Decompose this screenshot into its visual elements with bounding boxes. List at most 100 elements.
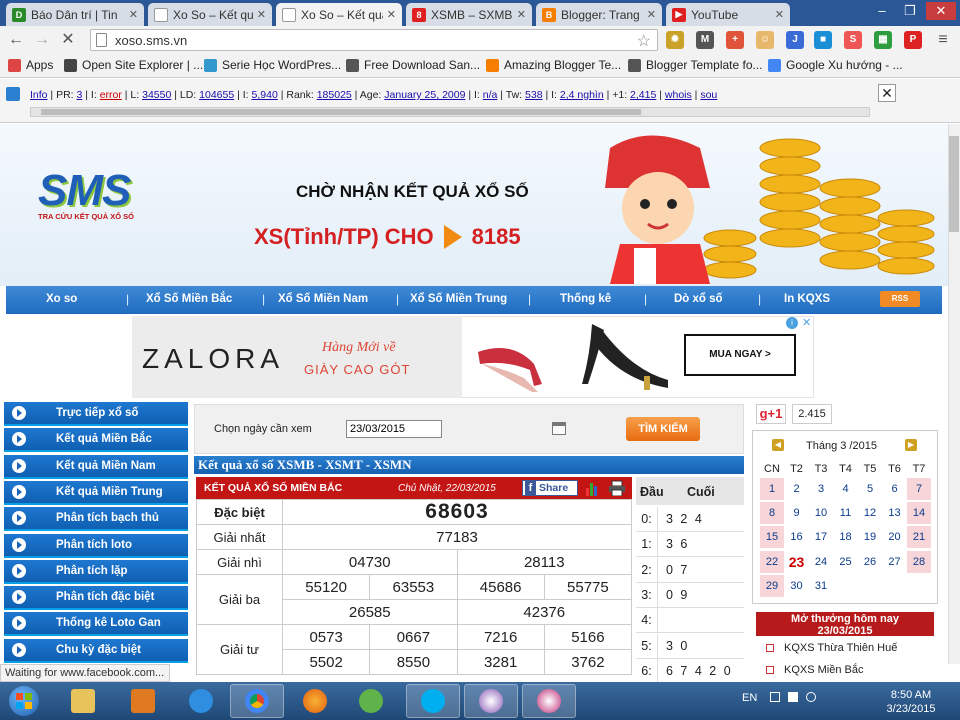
facebook-share-button[interactable]: Share	[522, 480, 578, 496]
browser-tab[interactable]: 8 XSMB – SXMB – ✕	[406, 3, 532, 26]
left-menu-item[interactable]: Chu kỳ đặc biệt	[4, 638, 188, 663]
calendar-next-button[interactable]: ▶	[905, 439, 917, 451]
calendar-day[interactable]: 22	[760, 550, 784, 573]
pinterest-extension-icon[interactable]: P	[904, 31, 922, 49]
nav-item[interactable]: Xổ Số Miền Nam	[278, 293, 368, 305]
tab-close-icon[interactable]: ✕	[517, 8, 526, 21]
calendar-day[interactable]: 24	[809, 551, 833, 573]
calendar-day[interactable]: 23	[785, 551, 809, 573]
bookmark-item[interactable]: Amazing Blogger Te...	[486, 58, 621, 72]
bookmark-item[interactable]: Blogger Template fo...	[628, 58, 763, 72]
browser-tab[interactable]: ▶ YouTube ✕	[666, 3, 790, 26]
calendar-day[interactable]: 3	[809, 478, 833, 500]
taskbar-recorder[interactable]	[464, 684, 518, 718]
calendar-day[interactable]: 19	[858, 526, 882, 548]
calendar-day[interactable]: 15	[760, 526, 784, 549]
calendar-day[interactable]: 20	[883, 526, 907, 548]
calendar-day[interactable]: 17	[809, 526, 833, 548]
menu-icon[interactable]: ≡	[934, 31, 952, 49]
bookmark-star-icon[interactable]: ☆	[637, 31, 651, 51]
calendar-icon[interactable]	[552, 422, 566, 435]
bookmark-item[interactable]: Google Xu hướng - ...	[768, 58, 903, 72]
nav-item[interactable]: Thống kê	[560, 293, 611, 305]
bookmark-item[interactable]: Open Site Explorer | ...	[64, 58, 203, 72]
seo-fb[interactable]: 2,4 nghìn	[560, 89, 604, 101]
calendar-day[interactable]: 12	[858, 502, 882, 524]
date-input[interactable]	[346, 420, 442, 438]
tab-close-icon[interactable]: ✕	[257, 8, 266, 21]
delicious-extension-icon[interactable]: ■	[814, 31, 832, 49]
rss-button[interactable]: RSS	[880, 291, 920, 307]
seo-hscrollbar[interactable]	[30, 107, 870, 117]
forward-button[interactable]: →	[32, 30, 52, 50]
seo-twitter[interactable]: 538	[525, 89, 543, 101]
bookmark-item[interactable]: Free Download San...	[346, 58, 480, 72]
sms-logo[interactable]: SMS TRA CỨU KẾT QUẢ XỔ SỐ	[38, 168, 188, 228]
page-vscroll-thumb[interactable]	[949, 136, 959, 232]
calendar-day[interactable]: 25	[834, 551, 858, 573]
left-menu-item[interactable]: Phân tích bạch thủ	[4, 507, 188, 532]
taskbar-firefox[interactable]	[288, 684, 342, 718]
taskbar-coccoc[interactable]	[344, 684, 398, 718]
calendar-day[interactable]: 7	[907, 478, 931, 500]
calendar-day[interactable]: 16	[785, 526, 809, 548]
tab-close-icon[interactable]: ✕	[129, 8, 138, 21]
seo-bing-index[interactable]: 5,940	[252, 89, 278, 101]
calendar-day[interactable]: 2	[785, 478, 809, 500]
close-window-button[interactable]: ✕	[926, 2, 956, 20]
j-extension-icon[interactable]: J	[786, 31, 804, 49]
left-menu-item[interactable]: Kết quả Miền Trung	[4, 480, 188, 505]
seo-extension-icon[interactable]: ▦	[874, 31, 892, 49]
address-bar[interactable]: xoso.sms.vn ☆	[90, 29, 658, 51]
ad-buy-now-button[interactable]: MUA NGAY >	[684, 334, 796, 376]
left-menu-item[interactable]: Phân tích đặc biệt	[4, 586, 188, 611]
taskbar-explorer[interactable]	[56, 684, 110, 718]
calendar-day[interactable]: 1	[760, 478, 784, 500]
tray-volume-icon[interactable]	[806, 692, 816, 702]
nav-item[interactable]: Dò xổ số	[674, 293, 723, 305]
seo-gplus[interactable]: 2,415	[630, 89, 656, 101]
calendar-day[interactable]: 21	[907, 526, 931, 549]
left-menu-item[interactable]: Kết quả Miền Bắc	[4, 428, 188, 453]
calendar-day[interactable]: 31	[809, 575, 833, 597]
ad-info-icon[interactable]: i	[786, 317, 798, 329]
taskbar-recorder-2[interactable]	[522, 684, 576, 718]
taskbar-clock[interactable]: 8:50 AM 3/23/2015	[876, 688, 946, 716]
seo-pr[interactable]: 3	[77, 89, 83, 101]
left-menu-item[interactable]: Phân tích lặp	[4, 559, 188, 584]
seo-age[interactable]: January 25, 2009	[384, 89, 465, 101]
left-menu-item[interactable]: Trực tiếp xổ số	[4, 402, 188, 426]
mo-thuong-item[interactable]: KQXS Thừa Thiên Huế	[766, 642, 897, 654]
seo-links[interactable]: 34550	[142, 89, 171, 101]
ad-close-icon[interactable]: ✕	[802, 316, 811, 329]
nav-item[interactable]: In KQXS	[784, 293, 830, 305]
calendar-day[interactable]: 27	[883, 551, 907, 573]
plus-extension-icon[interactable]: +	[726, 31, 744, 49]
seo-source-link[interactable]: sou	[700, 89, 717, 101]
browser-tab[interactable]: D Báo Dân trí | Tin ✕	[6, 3, 144, 26]
face-extension-icon[interactable]: ☺	[756, 31, 774, 49]
left-menu-item[interactable]: Thống kê Loto Gan	[4, 612, 188, 637]
gmail-extension-icon[interactable]: M	[696, 31, 714, 49]
back-button[interactable]: ←	[6, 30, 26, 50]
seo-i3[interactable]: n/a	[483, 89, 498, 101]
calendar-prev-button[interactable]: ◀	[772, 439, 784, 451]
calendar-day[interactable]: 5	[858, 478, 882, 500]
browser-tab[interactable]: B Blogger: Trang ✕	[536, 3, 662, 26]
calendar-day[interactable]: 29	[760, 574, 784, 597]
start-button[interactable]	[4, 684, 44, 718]
browser-tab[interactable]: Xo So – Kết quả ✕	[148, 3, 272, 26]
calendar-day[interactable]: 14	[907, 502, 931, 525]
search-button[interactable]: TÌM KIẾM	[626, 417, 700, 441]
taskbar-chrome[interactable]	[230, 684, 284, 718]
mo-thuong-item[interactable]: KQXS Miền Bắc	[766, 664, 863, 676]
calendar-day[interactable]: 4	[834, 478, 858, 500]
print-icon[interactable]	[608, 480, 626, 496]
nav-item[interactable]: Xổ Số Miền Bắc	[146, 293, 232, 305]
taskbar-media[interactable]	[116, 684, 170, 718]
tab-close-icon[interactable]: ✕	[647, 8, 656, 21]
seo-close-button[interactable]: ✕	[878, 84, 896, 102]
calendar-day[interactable]: 8	[760, 502, 784, 525]
stumble-extension-icon[interactable]: S	[844, 31, 862, 49]
tab-close-icon[interactable]: ✕	[775, 8, 784, 21]
